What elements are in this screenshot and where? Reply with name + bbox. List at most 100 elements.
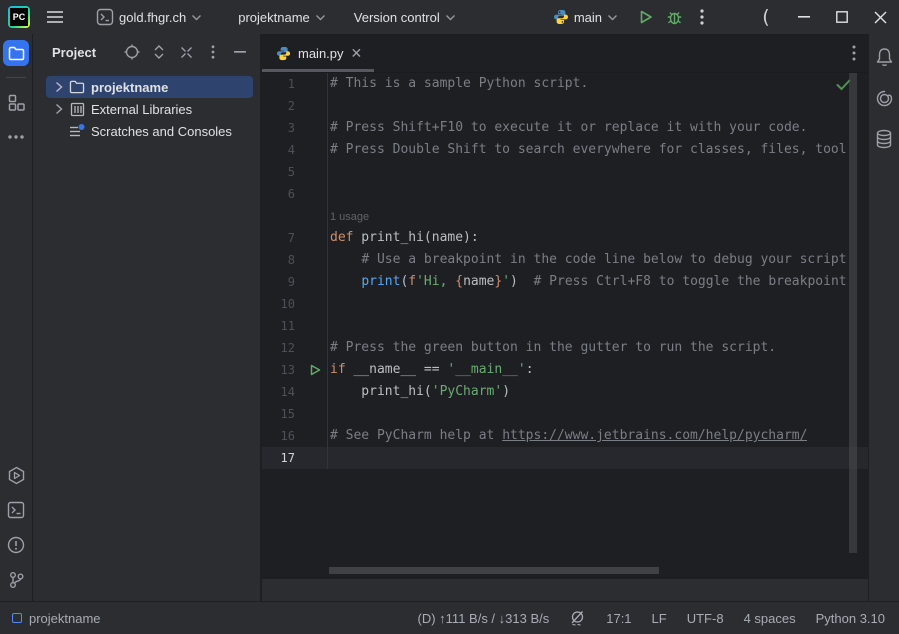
locate-file-button[interactable] bbox=[122, 42, 142, 62]
scratches-icon bbox=[67, 124, 87, 139]
line-number[interactable]: 16 bbox=[262, 425, 328, 447]
host-selector[interactable]: gold.fhgr.ch bbox=[90, 4, 208, 30]
gutter bbox=[262, 205, 328, 227]
line-number[interactable]: 9 bbox=[262, 271, 328, 293]
line-number[interactable]: 1 bbox=[262, 73, 328, 95]
panel-options-button[interactable] bbox=[203, 42, 223, 62]
code-line[interactable]: 2 bbox=[262, 95, 868, 117]
line-number[interactable]: 11 bbox=[262, 315, 328, 337]
version-control-tool-window-button[interactable] bbox=[3, 567, 29, 593]
indent-widget[interactable]: 4 spaces bbox=[734, 611, 806, 626]
debug-bug-icon bbox=[666, 9, 683, 26]
collapse-all-button[interactable] bbox=[176, 42, 196, 62]
horizontal-scrollbar[interactable] bbox=[329, 567, 659, 574]
code-text: # Press Double Shift to search everywher… bbox=[328, 139, 847, 161]
python-interpreter-widget[interactable]: Python 3.10 bbox=[806, 611, 885, 626]
project-tool-window-button[interactable] bbox=[3, 40, 29, 66]
line-number[interactable]: 8 bbox=[262, 249, 328, 271]
code-line[interactable]: 14 print_hi('PyCharm') bbox=[262, 381, 868, 403]
ai-assistant-button[interactable] bbox=[873, 87, 895, 109]
network-transfer-widget[interactable]: (D) ↑111 B/s / ↓313 B/s bbox=[408, 611, 560, 626]
problems-icon bbox=[7, 536, 25, 554]
inlay-text[interactable]: 1 usage bbox=[328, 205, 369, 227]
more-tool-windows-button[interactable] bbox=[3, 124, 29, 150]
chevron-right-icon[interactable] bbox=[51, 81, 67, 93]
hide-panel-button[interactable] bbox=[230, 42, 250, 62]
code-line[interactable]: 16# See PyCharm help at https://www.jetb… bbox=[262, 425, 868, 447]
code-line[interactable]: 10 bbox=[262, 293, 868, 315]
code-line[interactable]: 3# Press Shift+F10 to execute it or repl… bbox=[262, 117, 868, 139]
code-line[interactable]: 9 print(f'Hi, {name}') # Press Ctrl+F8 t… bbox=[262, 271, 868, 293]
project-panel-header: Project bbox=[33, 34, 260, 70]
code-line[interactable]: 13if __name__ == '__main__': bbox=[262, 359, 868, 381]
run-button[interactable] bbox=[632, 4, 660, 30]
vertical-scrollbar[interactable] bbox=[849, 73, 857, 553]
host-name: gold.fhgr.ch bbox=[119, 10, 186, 25]
tab-close-icon[interactable]: ✕ bbox=[351, 46, 363, 60]
line-number[interactable]: 13 bbox=[262, 359, 328, 381]
tree-item-label: projektname bbox=[91, 80, 168, 95]
remote-terminal-icon bbox=[96, 8, 114, 26]
code-text: # This is a sample Python script. bbox=[328, 73, 588, 95]
code-line[interactable]: 7def print_hi(name): bbox=[262, 227, 868, 249]
stripe-divider bbox=[6, 77, 26, 78]
editor-options-button[interactable] bbox=[852, 34, 868, 72]
vcs-selector[interactable]: Version control bbox=[348, 4, 462, 30]
close-button[interactable] bbox=[861, 0, 899, 34]
encoding-widget[interactable]: UTF-8 bbox=[677, 611, 734, 626]
tree-item-scratches[interactable]: Scratches and Consoles bbox=[46, 120, 253, 142]
run-configuration-selector[interactable]: main bbox=[547, 4, 624, 30]
code-editor[interactable]: 1# This is a sample Python script.23# Pr… bbox=[262, 73, 868, 578]
terminal-tool-window-button[interactable] bbox=[3, 497, 29, 523]
caret-position-widget[interactable]: 17:1 bbox=[596, 611, 641, 626]
line-number[interactable]: 6 bbox=[262, 183, 328, 205]
database-button[interactable] bbox=[873, 128, 895, 150]
chevron-down-icon bbox=[607, 14, 618, 21]
right-tool-stripe bbox=[868, 34, 899, 601]
line-number[interactable]: 10 bbox=[262, 293, 328, 315]
maximize-button[interactable] bbox=[823, 0, 861, 34]
debug-button[interactable] bbox=[660, 4, 689, 30]
folder-icon bbox=[8, 46, 25, 61]
line-number[interactable]: 12 bbox=[262, 337, 328, 359]
line-separator-widget[interactable]: LF bbox=[642, 611, 677, 626]
tree-item-projektname[interactable]: projektname bbox=[46, 76, 253, 98]
code-line[interactable]: 1# This is a sample Python script. bbox=[262, 73, 868, 95]
main-menu-button[interactable] bbox=[40, 4, 70, 30]
status-project-widget[interactable]: projektname bbox=[12, 611, 101, 626]
code-line[interactable]: 5 bbox=[262, 161, 868, 183]
run-line-icon[interactable] bbox=[310, 364, 321, 376]
highlighting-level-button[interactable] bbox=[559, 610, 596, 627]
project-panel: Project bbox=[33, 34, 262, 601]
project-selector[interactable]: projektname bbox=[232, 4, 332, 30]
code-line[interactable]: 12# Press the green button in the gutter… bbox=[262, 337, 868, 359]
line-number[interactable]: 3 bbox=[262, 117, 328, 139]
line-number[interactable]: 2 bbox=[262, 95, 328, 117]
code-line[interactable]: 15 bbox=[262, 403, 868, 425]
line-number[interactable]: 15 bbox=[262, 403, 328, 425]
more-actions-button[interactable] bbox=[689, 4, 715, 30]
code-line[interactable]: 4# Press Double Shift to search everywhe… bbox=[262, 139, 868, 161]
code-line[interactable]: 8 # Use a breakpoint in the code line be… bbox=[262, 249, 868, 271]
line-number[interactable]: 14 bbox=[262, 381, 328, 403]
minimize-button[interactable] bbox=[785, 0, 823, 34]
line-number[interactable]: 7 bbox=[262, 227, 328, 249]
problems-tool-window-button[interactable] bbox=[3, 532, 29, 558]
line-number[interactable]: 17 bbox=[262, 447, 328, 469]
line-number[interactable]: 4 bbox=[262, 139, 328, 161]
maximize-icon bbox=[836, 11, 848, 23]
services-tool-window-button[interactable] bbox=[3, 462, 29, 488]
tab-main-py[interactable]: main.py ✕ bbox=[262, 34, 374, 72]
theme-crescent-button[interactable]: ( bbox=[747, 0, 785, 34]
code-line[interactable]: 6 bbox=[262, 183, 868, 205]
code-line[interactable]: 17 bbox=[262, 447, 868, 469]
chevron-right-icon[interactable] bbox=[51, 103, 67, 115]
tree-item-external-libraries[interactable]: External Libraries bbox=[46, 98, 253, 120]
code-line[interactable]: 11 bbox=[262, 315, 868, 337]
notifications-button[interactable] bbox=[873, 46, 895, 68]
structure-tool-window-button[interactable] bbox=[3, 89, 29, 115]
usages-inlay-hint[interactable]: 1 usage bbox=[262, 205, 868, 227]
library-icon bbox=[67, 102, 87, 117]
line-number[interactable]: 5 bbox=[262, 161, 328, 183]
expand-collapse-button[interactable] bbox=[149, 42, 169, 62]
